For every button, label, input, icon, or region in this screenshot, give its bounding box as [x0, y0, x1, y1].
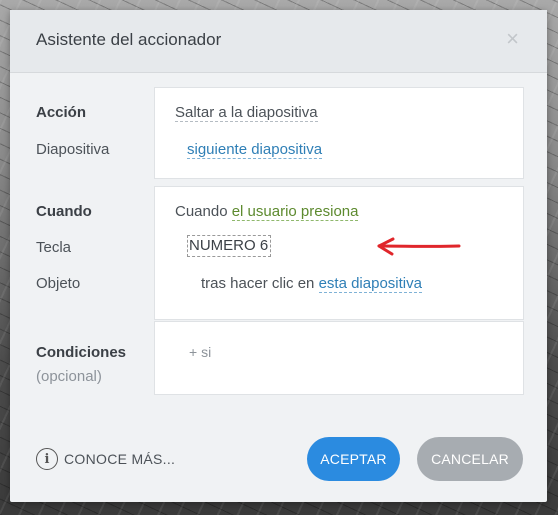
object-label: Objeto — [36, 275, 81, 292]
add-condition-button[interactable]: + si — [189, 344, 211, 360]
learn-more-label: CONOCE MÁS... — [64, 451, 176, 467]
conditions-panel: + si — [154, 321, 524, 395]
key-input[interactable]: NUMERO 6 — [187, 235, 272, 257]
slide-label: Diapositiva — [36, 141, 110, 158]
when-prefix-text: Cuando — [175, 203, 228, 220]
cancel-button[interactable]: CANCELAR — [417, 437, 523, 481]
close-icon[interactable]: × — [506, 28, 519, 50]
event-dropdown[interactable]: el usuario presiona — [231, 203, 359, 221]
dialog-title: Asistente del accionador — [36, 30, 222, 49]
key-label: Tecla — [36, 239, 72, 256]
slide-dropdown[interactable]: siguiente diapositiva — [187, 141, 323, 159]
trigger-wizard-dialog: Asistente del accionador × Acción Diapos… — [10, 10, 547, 502]
when-label: Cuando — [36, 203, 92, 220]
when-panel: Cuando el usuario presiona NUMERO 6 tras… — [154, 186, 524, 320]
learn-more-link[interactable]: i CONOCE MÁS... — [36, 448, 175, 470]
object-prefix-text: tras hacer clic en — [201, 275, 315, 292]
conditions-optional-label: (opcional) — [36, 368, 102, 385]
accept-button[interactable]: ACEPTAR — [307, 437, 400, 481]
action-dropdown[interactable]: Saltar a la diapositiva — [175, 104, 318, 122]
annotation-arrow-icon — [377, 237, 461, 256]
action-label: Acción — [36, 104, 87, 121]
conditions-label: Condiciones — [36, 344, 127, 361]
info-icon: i — [36, 448, 58, 470]
object-dropdown[interactable]: esta diapositiva — [318, 275, 422, 293]
dialog-header: Asistente del accionador × — [10, 10, 547, 73]
action-panel: Saltar a la diapositiva siguiente diapos… — [154, 87, 524, 179]
